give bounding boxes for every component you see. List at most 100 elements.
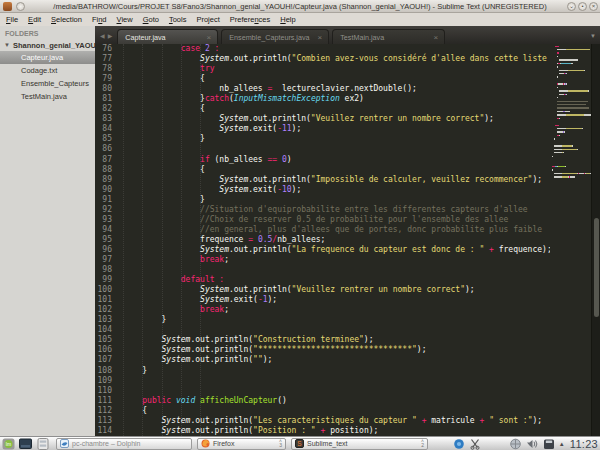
- code-line: [123, 144, 550, 154]
- mint-menu-button[interactable]: lm: [1, 438, 16, 450]
- code-line: System.out.println("Impossible de calcul…: [123, 175, 550, 185]
- code-line: }: [123, 366, 550, 376]
- menu-selection[interactable]: Selection: [46, 15, 87, 24]
- tab-close-icon[interactable]: ×: [318, 34, 323, 42]
- code-line: //Choix de reserver 0.5 de probabilite p…: [123, 215, 550, 225]
- window-titlebar: /media/BATHROW/Cours/PROJET S8/Fano3/Sha…: [0, 0, 600, 13]
- scrollbar-thumb[interactable]: [594, 218, 599, 317]
- menu-preferences[interactable]: Preferences: [225, 15, 275, 24]
- code-line: }: [123, 315, 550, 325]
- sidebar-file-capteur.java[interactable]: Capteur.java: [0, 51, 95, 64]
- minimize-button[interactable]: ⌄: [567, 2, 576, 11]
- file-cabinet-icon[interactable]: [35, 438, 50, 450]
- svg-text:S: S: [297, 440, 302, 447]
- menu-view[interactable]: View: [112, 15, 138, 24]
- code-line: {: [123, 406, 550, 416]
- tab-scroll-left-icon[interactable]: ◀: [100, 32, 105, 39]
- code-line: System.out.println("********************…: [123, 345, 550, 355]
- code-line: System.out.println("Les caracteristiques…: [123, 416, 550, 426]
- code-line: {: [123, 165, 550, 175]
- volume-icon[interactable]: [526, 438, 539, 450]
- code-line: System.out.println("Combien avez-vous co…: [123, 54, 550, 64]
- code-line: break;: [123, 255, 550, 265]
- sidebar-file-testmain.java[interactable]: TestMain.java: [0, 90, 95, 103]
- code-line: case 2 :: [123, 44, 550, 54]
- taskbar-button-dolphin[interactable]: pc-chambre – Dolphin: [56, 438, 192, 450]
- tab-scroll-right-icon[interactable]: ▶: [108, 32, 113, 39]
- network-icon[interactable]: [509, 438, 522, 450]
- window-pin-button[interactable]: [16, 2, 25, 11]
- task-group-indicator[interactable]: ˄2: [419, 440, 424, 447]
- menu-edit[interactable]: Edit: [23, 15, 46, 24]
- code-line: System.out.println("");: [123, 355, 550, 365]
- code-text[interactable]: case 2 : System.out.println("Combien ave…: [118, 44, 550, 436]
- tab-testmain.java[interactable]: TestMain.java×: [332, 29, 445, 44]
- code-line: [123, 386, 550, 396]
- task-group-indicator[interactable]: ˄3: [277, 440, 282, 447]
- tab-ensemble_capteurs.java[interactable]: Ensemble_Capteurs.java×: [221, 29, 329, 44]
- close-button[interactable]: ×: [589, 2, 598, 11]
- taskbar: lm pc-chambre – Dolphin Firefox˄3 SSublime…: [0, 436, 600, 450]
- code-line: System.out.println("La frequence du capt…: [123, 245, 550, 255]
- code-line: System.exit(-10);: [123, 185, 550, 195]
- code-line: if (nb_allees == 0): [123, 155, 550, 165]
- sidebar-file-ensemble_capteurs[interactable]: Ensemble_Capteurs: [0, 77, 95, 90]
- app-icon: [3, 2, 12, 11]
- tray-expander-icon[interactable]: ▲: [559, 441, 565, 447]
- folder-expand-icon: ▼: [4, 42, 10, 48]
- device-notifier-icon[interactable]: [543, 438, 555, 450]
- show-desktop-icon[interactable]: [18, 438, 33, 450]
- code-line: System.exit(-1);: [123, 295, 550, 305]
- tab-overflow-icon[interactable]: ▼: [590, 33, 596, 39]
- clock[interactable]: 11:23: [569, 438, 598, 450]
- code-line: {: [123, 74, 550, 84]
- code-line: nb_allees = lectureclavier.nextDouble();: [123, 84, 550, 94]
- tab-bar: ◀▶ Capteur.java×Ensemble_Capteurs.java×T…: [95, 26, 600, 44]
- menu-tools[interactable]: Tools: [164, 15, 192, 24]
- code-line: System.exit(-11);: [123, 124, 550, 134]
- tab-capteur.java[interactable]: Capteur.java×: [117, 29, 218, 44]
- code-line: System.out.println("Veuillez rentrer un …: [123, 285, 550, 295]
- code-line: [123, 265, 550, 275]
- menu-help[interactable]: Help: [275, 15, 300, 24]
- sidebar: FOLDERS ▼Shannon_genial_YAOUH! Capteur.j…: [0, 26, 95, 436]
- line-number-gutter: 7677787980818283848586878889909192939495…: [95, 44, 118, 436]
- menu-project[interactable]: Project: [191, 15, 224, 24]
- sidebar-folder[interactable]: ▼Shannon_genial_YAOUH!: [0, 39, 95, 51]
- folders-header: FOLDERS: [0, 26, 95, 39]
- taskbar-button-firefox[interactable]: Firefox˄3: [197, 438, 286, 450]
- code-line: {: [123, 104, 550, 114]
- code-line: System.out.println("Veuillez rentrer un …: [123, 114, 550, 124]
- code-line: public void afficheUnCapteur(): [123, 396, 550, 406]
- code-line: }: [123, 134, 550, 144]
- code-line: //en general, plus d'allees que de porte…: [123, 225, 550, 235]
- code-line: try: [123, 64, 550, 74]
- code-line: //Situation d'equiprobabilite entre les …: [123, 205, 550, 215]
- tab-close-icon[interactable]: ×: [434, 34, 439, 42]
- code-line: default :: [123, 275, 550, 285]
- menu-bar: FileEditSelectionFindViewGotoToolsProjec…: [0, 13, 600, 26]
- code-line: }: [123, 195, 550, 205]
- code-line: break;: [123, 305, 550, 315]
- code-line: System.out.println("Construction termine…: [123, 335, 550, 345]
- code-line: frequence = 0.5/nb_allees;: [123, 235, 550, 245]
- menu-file[interactable]: File: [1, 15, 23, 24]
- minimap[interactable]: [550, 44, 591, 436]
- taskbar-button-sublime[interactable]: SSublime_text˄2: [291, 438, 428, 450]
- code-line: }catch(InputMismatchException ex2): [123, 94, 550, 104]
- vertical-scrollbar[interactable]: [591, 44, 600, 436]
- code-line: [123, 376, 550, 386]
- kde-notifier-icon[interactable]: [453, 438, 465, 450]
- svg-text:lm: lm: [6, 441, 11, 447]
- menu-goto[interactable]: Goto: [138, 15, 164, 24]
- klipper-icon[interactable]: [469, 438, 481, 450]
- tab-close-icon[interactable]: ×: [207, 34, 212, 42]
- sidebar-file-codage.txt[interactable]: Codage.txt: [0, 64, 95, 77]
- system-tray: ▲ 11:23: [453, 438, 598, 450]
- maximize-button[interactable]: •: [578, 2, 587, 11]
- code-line: [123, 325, 550, 335]
- menu-find[interactable]: Find: [87, 15, 112, 24]
- editor: ◀▶ Capteur.java×Ensemble_Capteurs.java×T…: [95, 26, 600, 436]
- code-area[interactable]: 7677787980818283848586878889909192939495…: [95, 44, 600, 436]
- window-title: /media/BATHROW/Cours/PROJET S8/Fano3/Sha…: [40, 2, 560, 11]
